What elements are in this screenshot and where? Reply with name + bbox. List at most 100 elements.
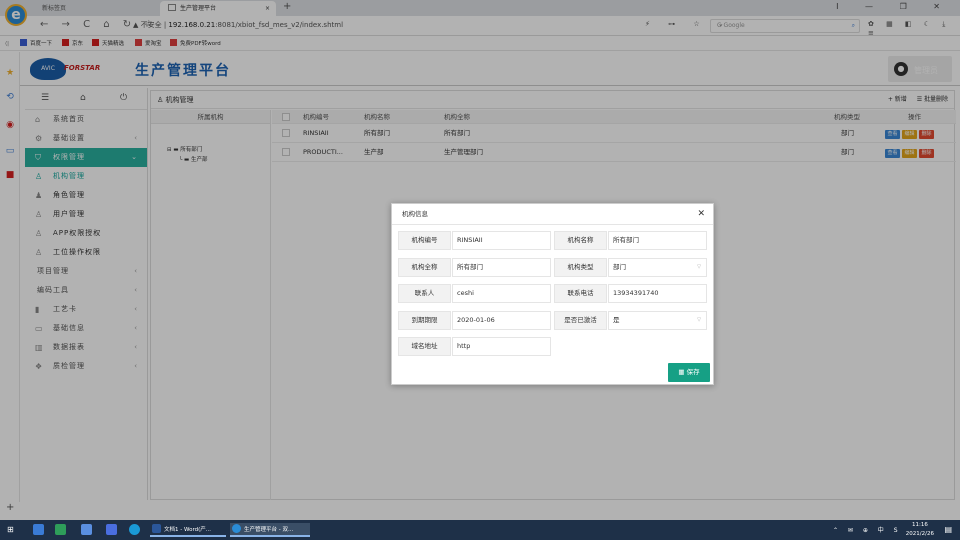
window-controls[interactable]: ⵏ — ❐ ✕ bbox=[836, 2, 952, 11]
batch-delete-button[interactable]: ☰ 批量删除 bbox=[917, 96, 948, 103]
start-icon[interactable]: ⊞ bbox=[7, 523, 14, 537]
notification-icon[interactable]: ▤ bbox=[944, 525, 952, 534]
menu-item[interactable]: ⌂ 系统首页 bbox=[25, 110, 147, 129]
home-icon[interactable]: ⌂ bbox=[80, 93, 86, 103]
fullname-field[interactable]: 所有部门 bbox=[452, 258, 551, 277]
name-field[interactable]: 所有部门 bbox=[608, 231, 707, 250]
add-panel-icon[interactable]: + bbox=[6, 502, 14, 513]
menu-item-icon: ▭ bbox=[35, 324, 44, 333]
user-menu[interactable]: ● 管理员 bbox=[888, 56, 952, 82]
menu-item[interactable]: ♟ 角色管理 bbox=[25, 186, 147, 205]
code-field[interactable]: RINSIAII bbox=[452, 231, 551, 250]
tab-production-platform[interactable]: 生产管理平台 × bbox=[160, 1, 276, 16]
app1-icon[interactable] bbox=[33, 524, 44, 535]
menu-item[interactable]: ♙ 用户管理 bbox=[25, 205, 147, 224]
col-code: 机构编号 bbox=[303, 113, 329, 121]
edit-button[interactable]: 编辑 bbox=[902, 149, 917, 158]
menu-toolbar: ☰ ⌂ ⏻ bbox=[25, 88, 147, 110]
col-actions: 操作 bbox=[908, 113, 921, 121]
close-icon[interactable]: ✕ bbox=[697, 204, 705, 225]
cell-fullname: 所有部门 bbox=[444, 129, 470, 137]
row-checkbox[interactable] bbox=[282, 129, 290, 137]
table-row[interactable]: PRODUCTI... 生产部 生产管理部门 部门 查看 编辑 删除 bbox=[272, 143, 956, 162]
menu-item[interactable]: ❖ 质检管理 ‹ bbox=[25, 357, 147, 376]
task-word[interactable]: 文档1 - Word(产... bbox=[150, 523, 226, 537]
bookmark-jd[interactable]: 京东 bbox=[62, 37, 83, 51]
type-select[interactable]: 部门 ▽ bbox=[608, 258, 707, 277]
bookmarks-toggle-icon[interactable]: ⟨| bbox=[5, 37, 9, 51]
menu-item[interactable]: ▭ 基础信息 ‹ bbox=[25, 319, 147, 338]
select-all-checkbox[interactable] bbox=[282, 113, 290, 121]
system-tray[interactable]: ⌃ ✉ ⊕ 中 S bbox=[833, 525, 902, 534]
search-input[interactable]: G Google ⌕ bbox=[710, 19, 860, 33]
window-icon[interactable]: ▭ bbox=[5, 146, 15, 156]
delete-button[interactable]: 删除 bbox=[919, 130, 934, 139]
menu-item[interactable]: ♙ APP权限授权 bbox=[25, 224, 147, 243]
phone-field[interactable]: 13934391740 bbox=[608, 284, 707, 303]
app3-icon[interactable] bbox=[81, 524, 92, 535]
bookmark-tmall[interactable]: 天猫精选 bbox=[92, 37, 124, 51]
menu-item[interactable]: ⛉ 权限管理 ⌄ bbox=[25, 148, 147, 167]
clock[interactable]: 11:16 2021/2/26 bbox=[906, 521, 934, 539]
history-icon[interactable]: ⟲ bbox=[5, 92, 15, 102]
contact-field[interactable]: ceshi bbox=[452, 284, 551, 303]
tmall-icon bbox=[92, 39, 99, 46]
task-browser[interactable]: 生产管理平台 - 双... bbox=[230, 523, 310, 537]
enabled-label: 是否已激活 bbox=[554, 311, 607, 330]
tree-node-production[interactable]: └ ▬ 生产部 bbox=[179, 155, 208, 163]
menu-item[interactable]: ⚙ 基础设置 ‹ bbox=[25, 129, 147, 148]
menu-item[interactable]: 项目管理 ‹ bbox=[25, 262, 147, 281]
new-tab-button[interactable]: + bbox=[283, 1, 291, 12]
menu-item-label: 角色管理 bbox=[53, 191, 85, 199]
browser-icon bbox=[232, 524, 241, 533]
menu-item[interactable]: ▮ 工艺卡 ‹ bbox=[25, 300, 147, 319]
favorites-icon[interactable]: ★ bbox=[5, 68, 15, 78]
weibo-icon[interactable]: ◉ bbox=[5, 120, 15, 130]
menu-item[interactable]: ♙ 工位操作权限 bbox=[25, 243, 147, 262]
dropdown-arrow-icon[interactable]: ▽ bbox=[697, 259, 701, 276]
expiry-field[interactable]: 2020-01-06 bbox=[452, 311, 551, 330]
username[interactable]: 管理员 bbox=[914, 65, 938, 76]
search-icon[interactable]: ⌕ bbox=[852, 20, 855, 32]
view-button[interactable]: 查看 bbox=[885, 130, 900, 139]
enabled-select[interactable]: 是 ▽ bbox=[608, 311, 707, 330]
browser-logo-icon[interactable]: e bbox=[5, 4, 27, 26]
menu-item-label: 基础信息 bbox=[53, 324, 85, 332]
app2-icon[interactable] bbox=[55, 524, 66, 535]
menu-item[interactable]: ▥ 数据报表 ‹ bbox=[25, 338, 147, 357]
bookmark-baidu[interactable]: 百度一下 bbox=[20, 37, 52, 51]
edge-icon[interactable] bbox=[129, 524, 140, 535]
menu-toggle-icon[interactable]: ☰ bbox=[41, 93, 49, 103]
menu-item-icon: ♙ bbox=[35, 229, 44, 238]
avatar[interactable]: ● bbox=[894, 62, 908, 76]
view-button[interactable]: 查看 bbox=[885, 149, 900, 158]
tab-new-tab[interactable]: 新标签页 bbox=[34, 1, 154, 16]
menu-item[interactable]: ♙ 机构管理 bbox=[25, 167, 147, 186]
menu-item[interactable]: 编码工具 ‹ bbox=[25, 281, 147, 300]
add-button[interactable]: + 新增 bbox=[888, 96, 907, 103]
save-button[interactable]: ▦ 保存 bbox=[668, 363, 710, 382]
col-type: 机构类型 bbox=[834, 113, 860, 121]
page-title: 机构管理 bbox=[165, 96, 194, 104]
menu-item-icon: ▮ bbox=[35, 305, 41, 314]
row-checkbox[interactable] bbox=[282, 148, 290, 156]
enabled-value: 是 bbox=[613, 316, 620, 324]
edit-button[interactable]: 编辑 bbox=[902, 130, 917, 139]
extension-icons[interactable]: ✿ ▦ ◧ ☾ ⤓ ≡ bbox=[868, 20, 960, 37]
power-icon[interactable]: ⏻ bbox=[120, 93, 127, 103]
dropdown-arrow-icon[interactable]: ▽ bbox=[697, 312, 701, 329]
tree-node-all[interactable]: ⊟ ▬ 所有部门 bbox=[167, 145, 202, 153]
bookmarks-bar: ⟨| 百度一下 京东 天猫精选 爱淘宝 免费PDF转word bbox=[0, 37, 960, 51]
tab-close-icon[interactable]: × bbox=[265, 1, 270, 16]
app4-icon[interactable] bbox=[106, 524, 117, 535]
app-icon[interactable]: ■ bbox=[5, 170, 15, 180]
menu-item-icon: ❖ bbox=[35, 362, 44, 371]
bookmark-pdf[interactable]: 免费PDF转word bbox=[170, 37, 221, 51]
delete-button[interactable]: 删除 bbox=[919, 149, 934, 158]
menu-item-icon: ♙ bbox=[35, 248, 44, 257]
domain-field[interactable]: http bbox=[452, 337, 551, 356]
url-field[interactable]: ▲ 不安全 | 192.168.0.21:8081/xbiot_fsd_mes_… bbox=[133, 20, 343, 30]
table-row[interactable]: RINSIAII 所有部门 所有部门 部门 查看 编辑 删除 bbox=[272, 124, 956, 143]
bookmark-aitaobao[interactable]: 爱淘宝 bbox=[135, 37, 162, 51]
app-title: 生产管理平台 bbox=[135, 63, 231, 79]
